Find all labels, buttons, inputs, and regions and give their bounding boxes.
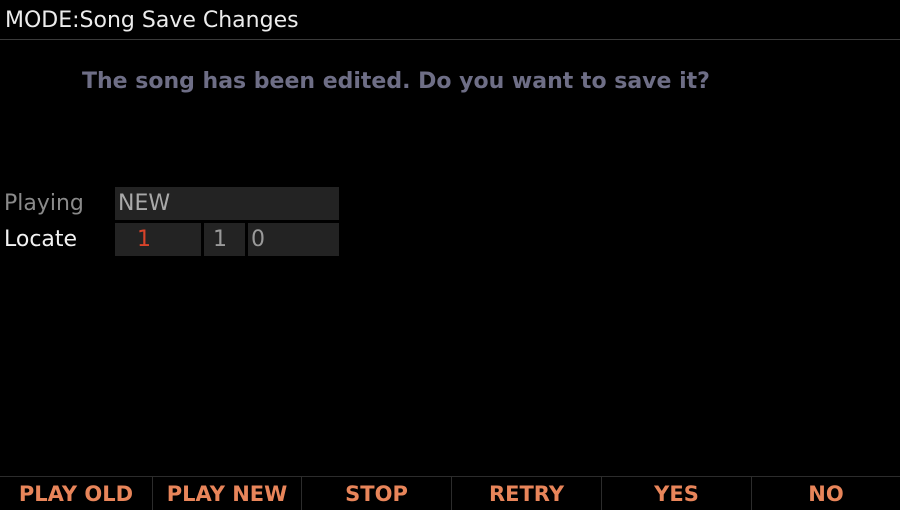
locate-row: Locate 1 1 0 [0, 223, 360, 257]
locate-bar-field[interactable]: 1 [115, 223, 201, 256]
song-save-changes-screen: MODE:Song Save Changes The song has been… [0, 0, 900, 510]
stop-button[interactable]: STOP [301, 476, 451, 510]
save-prompt-message: The song has been edited. Do you want to… [82, 69, 710, 94]
play-old-button[interactable]: PLAY OLD [0, 476, 152, 510]
yes-button[interactable]: YES [601, 476, 751, 510]
locate-label: Locate [4, 227, 78, 252]
locate-beat-field[interactable]: 1 [204, 223, 245, 256]
playing-row: Playing NEW [0, 187, 360, 221]
locate-tick-field[interactable]: 0 [248, 223, 339, 256]
title-bar: MODE:Song Save Changes [0, 0, 900, 40]
no-button[interactable]: NO [751, 476, 900, 510]
playing-label: Playing [4, 191, 84, 216]
retry-button[interactable]: RETRY [451, 476, 601, 510]
playing-value-field[interactable]: NEW [115, 187, 339, 220]
softkey-bar: PLAY OLD PLAY NEW STOP RETRY YES NO [0, 476, 900, 510]
play-new-button[interactable]: PLAY NEW [152, 476, 301, 510]
page-title: MODE:Song Save Changes [5, 8, 299, 33]
